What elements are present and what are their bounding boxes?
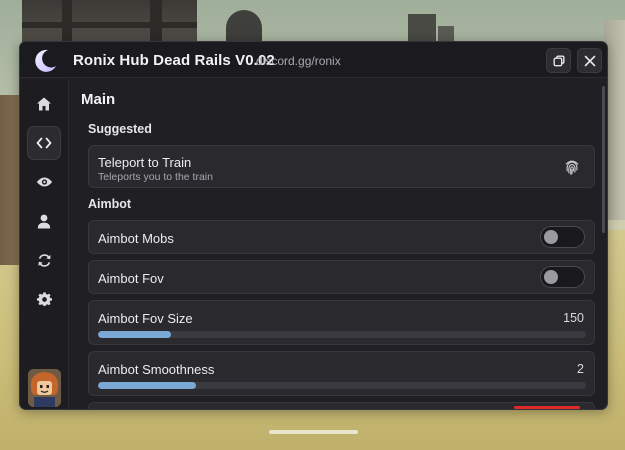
- refresh-icon: [37, 253, 51, 267]
- card-title: Teleport to Train: [98, 155, 192, 170]
- user-icon: [37, 214, 51, 228]
- restore-icon: [553, 55, 564, 66]
- avatar-image: [28, 369, 61, 407]
- restore-button[interactable]: [546, 48, 571, 73]
- aimbot-smoothness-slider-row: Aimbot Smoothness 2: [88, 351, 595, 396]
- aimbot-smoothness-slider[interactable]: [98, 382, 586, 389]
- window-title: Ronix Hub Dead Rails V0.02: [73, 52, 275, 69]
- red-slider-fill: [514, 406, 580, 409]
- gear-icon: [36, 291, 52, 306]
- avatar[interactable]: [28, 369, 61, 407]
- sidebar-item-home[interactable]: [27, 87, 61, 121]
- sidebar: [20, 79, 69, 409]
- ronix-hub-window: Ronix Hub Dead Rails V0.02 discord.gg/ro…: [19, 41, 608, 410]
- fingerprint-icon: [565, 160, 579, 176]
- main-panel: Main Suggested Teleport to Train Telepor…: [70, 79, 607, 409]
- aimbot-fov-size-slider[interactable]: [98, 331, 586, 338]
- window-subtitle: discord.gg/ronix: [256, 54, 341, 68]
- slider-value: 2: [577, 362, 584, 376]
- section-aimbot-label: Aimbot: [88, 197, 132, 211]
- home-icon: [37, 97, 51, 111]
- aimbot-fov-size-slider-row: Aimbot Fov Size 150: [88, 300, 595, 345]
- sidebar-item-visuals[interactable]: [27, 165, 61, 199]
- sidebar-item-code[interactable]: [27, 126, 61, 160]
- card-title: Aimbot Fov Size: [98, 311, 193, 326]
- card-title: Aimbot Fov: [98, 271, 164, 286]
- eye-icon: [36, 177, 52, 187]
- aimbot-fov-row: Aimbot Fov: [88, 260, 595, 294]
- teleport-to-train-button[interactable]: Teleport to Train Teleports you to the t…: [88, 145, 595, 188]
- chimney: [408, 14, 436, 44]
- next-row-partial: [88, 402, 595, 409]
- section-suggested-label: Suggested: [88, 122, 152, 136]
- water-tank: [226, 10, 262, 44]
- slider-value: 150: [563, 311, 584, 325]
- sidebar-item-settings[interactable]: [27, 282, 61, 316]
- aimbot-mobs-toggle[interactable]: [540, 226, 585, 248]
- card-title: Aimbot Mobs: [98, 231, 174, 246]
- card-description: Teleports you to the train: [98, 171, 213, 183]
- slider-fill: [98, 382, 196, 389]
- titlebar[interactable]: Ronix Hub Dead Rails V0.02 discord.gg/ro…: [20, 42, 607, 78]
- toggle-knob: [544, 270, 558, 284]
- code-icon: [36, 137, 52, 149]
- sidebar-item-player[interactable]: [27, 204, 61, 238]
- aimbot-fov-toggle[interactable]: [540, 266, 585, 288]
- slider-fill: [98, 331, 172, 338]
- page-title: Main: [81, 91, 116, 108]
- close-button[interactable]: [577, 48, 602, 73]
- aimbot-mobs-row: Aimbot Mobs: [88, 220, 595, 254]
- close-icon: [584, 55, 595, 66]
- moon-logo-icon: [35, 49, 56, 72]
- card-title: Aimbot Smoothness: [98, 362, 215, 377]
- scrollbar[interactable]: [602, 86, 605, 233]
- sidebar-item-refresh[interactable]: [27, 243, 61, 277]
- home-indicator[interactable]: [269, 430, 358, 434]
- toggle-knob: [544, 230, 558, 244]
